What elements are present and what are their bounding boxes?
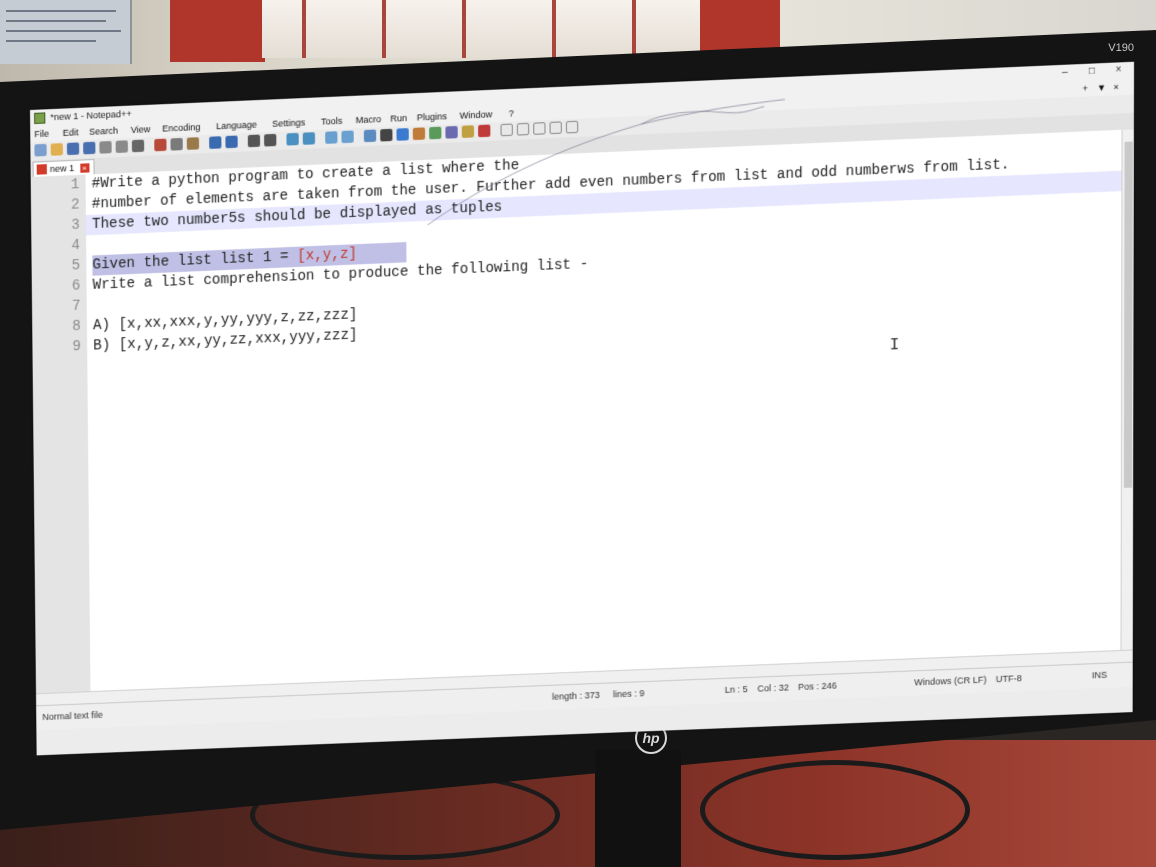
close-button[interactable]: × <box>1115 64 1121 76</box>
notepadpp-icon <box>34 112 45 124</box>
menu-language[interactable]: Language <box>216 119 257 131</box>
vertical-scrollbar[interactable] <box>1120 129 1134 650</box>
menu-search[interactable]: Search <box>89 125 118 136</box>
status-lines: lines : 9 <box>613 688 645 699</box>
minimize-button[interactable]: – <box>1062 67 1068 79</box>
screen: *new 1 - Notepad++ – □ × File Edit Searc… <box>30 62 1134 756</box>
menu-window[interactable]: Window <box>460 109 493 121</box>
record-macro-icon[interactable] <box>501 124 513 137</box>
menu-encoding[interactable]: Encoding <box>162 122 200 134</box>
line-number: 1 <box>49 177 80 195</box>
curtain-left <box>170 0 265 62</box>
line-number: 5 <box>50 258 81 275</box>
save-all-icon[interactable] <box>83 142 95 155</box>
copy-icon[interactable] <box>170 138 182 151</box>
line-number: 7 <box>50 299 81 316</box>
menu-file[interactable]: File <box>34 128 49 139</box>
close-all-icon[interactable] <box>116 140 128 153</box>
editor[interactable]: 1 2 3 4 5 6 7 8 9 #Write a python progra… <box>31 129 1134 693</box>
menu-plugins[interactable]: Plugins <box>417 111 447 122</box>
highlighted-brackets: [x,y,z] <box>297 246 357 265</box>
indent-guide-icon[interactable] <box>396 128 408 141</box>
unsaved-icon <box>37 164 47 175</box>
replace-icon[interactable] <box>264 134 276 147</box>
doc-close-button[interactable]: × <box>1113 82 1118 92</box>
tab-label: new 1 <box>50 163 74 174</box>
menu-settings[interactable]: Settings <box>272 117 305 129</box>
maximize-button[interactable]: □ <box>1089 65 1095 77</box>
close-file-icon[interactable] <box>99 141 111 154</box>
room-window <box>262 0 702 58</box>
find-icon[interactable] <box>248 135 260 148</box>
word-wrap-icon[interactable] <box>364 129 376 142</box>
run-macro-multiple-icon[interactable] <box>550 121 562 134</box>
print-icon[interactable] <box>132 140 144 153</box>
menu-view[interactable]: View <box>131 124 151 135</box>
zoom-in-icon[interactable] <box>286 133 298 146</box>
show-all-chars-icon[interactable] <box>380 129 392 142</box>
menu-tools[interactable]: Tools <box>321 116 342 127</box>
play-macro-icon[interactable] <box>533 122 545 135</box>
status-ln: Ln : 5 <box>725 684 748 695</box>
menu-edit[interactable]: Edit <box>63 127 79 138</box>
wall-poster <box>0 0 132 64</box>
status-col: Col : 32 <box>757 682 789 693</box>
status-file-type: Normal text file <box>42 710 103 722</box>
save-macro-icon[interactable] <box>566 121 578 134</box>
folder-workspace-icon[interactable] <box>462 125 474 138</box>
line-number-gutter: 1 2 3 4 5 6 7 8 9 <box>31 175 91 694</box>
monitor-stand <box>595 750 681 867</box>
mouse-ibeam-cursor-icon: I <box>890 336 900 355</box>
redo-icon[interactable] <box>225 136 237 149</box>
sync-h-icon[interactable] <box>341 130 353 143</box>
udl-icon[interactable] <box>413 127 425 140</box>
tab-close-icon[interactable]: × <box>80 163 89 173</box>
undo-icon[interactable] <box>209 136 221 149</box>
window-title: *new 1 - Notepad++ <box>50 109 131 123</box>
menu-macro[interactable]: Macro <box>356 114 382 125</box>
function-list-icon[interactable] <box>445 126 457 139</box>
status-eol: Windows (CR LF) <box>914 674 986 687</box>
line-number: 6 <box>50 278 81 295</box>
line-number: 9 <box>51 339 82 356</box>
monitor-model: V190 <box>1108 42 1134 54</box>
status-encoding: UTF-8 <box>996 673 1022 684</box>
monitoring-icon[interactable] <box>478 125 490 138</box>
save-icon[interactable] <box>67 142 79 155</box>
status-pos: Pos : 246 <box>798 680 837 692</box>
doc-new-button[interactable]: + <box>1083 83 1088 93</box>
cut-icon[interactable] <box>154 139 166 152</box>
doc-map-icon[interactable] <box>429 127 441 140</box>
status-length: length : 373 <box>552 690 600 702</box>
doc-list-button[interactable]: ▼ <box>1097 82 1106 93</box>
new-file-icon[interactable] <box>34 144 46 157</box>
paste-icon[interactable] <box>187 137 199 150</box>
open-file-icon[interactable] <box>51 143 63 156</box>
line-number: 8 <box>50 319 81 336</box>
zoom-out-icon[interactable] <box>303 132 315 145</box>
line-number: 4 <box>50 238 81 256</box>
sync-v-icon[interactable] <box>325 131 337 144</box>
cable <box>700 760 970 860</box>
scroll-thumb[interactable] <box>1124 142 1133 488</box>
status-insert-mode: INS <box>1092 670 1107 681</box>
line-number: 3 <box>49 217 80 235</box>
menu-help[interactable]: ? <box>509 108 514 118</box>
line-number: 2 <box>49 197 80 215</box>
menu-run[interactable]: Run <box>390 113 407 124</box>
stop-macro-icon[interactable] <box>517 123 529 136</box>
